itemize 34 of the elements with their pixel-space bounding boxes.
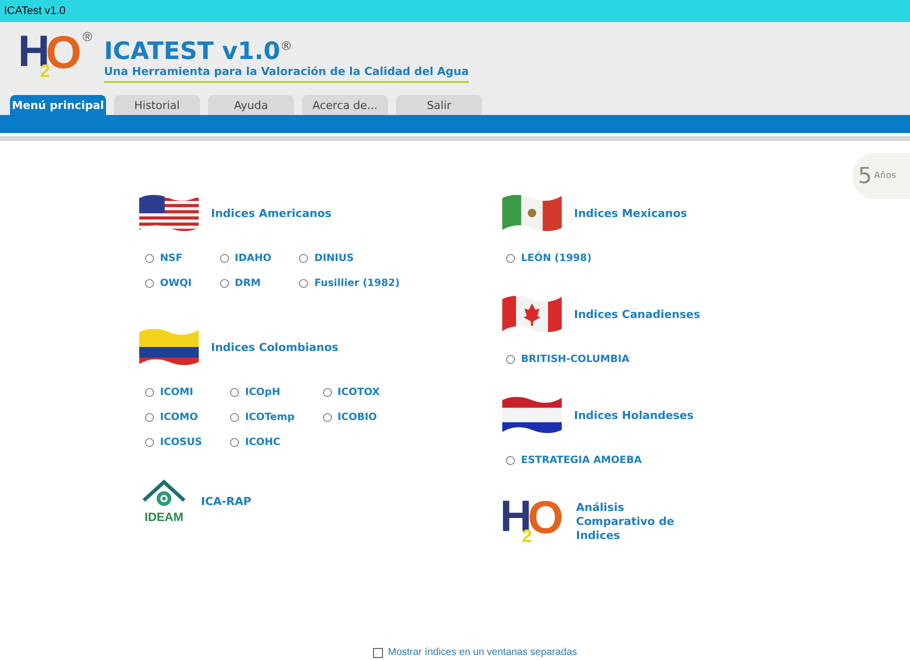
radio-option[interactable]: ICOpH (230, 387, 295, 398)
tab[interactable]: Acerca de... (302, 95, 388, 115)
section-title[interactable]: Indices Canadienses (574, 308, 700, 320)
radio-option[interactable]: BRITISH-COLUMBIA (506, 354, 630, 365)
window-title: ICATest v1.0 (4, 5, 66, 17)
radio-option[interactable]: ICOTemp (230, 412, 295, 423)
radio-option[interactable]: ICOMI (145, 387, 202, 398)
radio-option[interactable]: DINIUS (299, 253, 400, 264)
radio-option[interactable]: Fusillier (1982) (299, 278, 400, 289)
tab[interactable]: Ayuda (208, 95, 294, 115)
section-title[interactable]: ICA-RAP (201, 494, 252, 508)
section-title[interactable]: Indices Mexicanos (574, 206, 688, 220)
radio-option[interactable]: ICOMO (145, 412, 202, 423)
radio-option[interactable]: NSF (145, 253, 192, 264)
section-title[interactable]: Indices Americanos (211, 206, 332, 220)
app-title: ICATEST v1.0$^{®}$ (104, 36, 294, 64)
radio-option[interactable]: ICOHC (230, 437, 295, 448)
radio-option[interactable]: OWQI (145, 278, 192, 289)
separate-windows-checkbox[interactable]: Mostrar índices en un ventanas separadas (373, 647, 577, 658)
radio-option[interactable]: ICOBIO (322, 412, 380, 423)
radio-option[interactable]: ICOTOX (322, 387, 380, 398)
tab[interactable]: Menú principal (10, 95, 106, 115)
radio-option[interactable]: ICOSUS (145, 437, 202, 448)
radio-option[interactable]: IDAHO (220, 253, 272, 264)
tab[interactable]: Historial (114, 95, 200, 115)
tab[interactable]: Salir (396, 95, 482, 115)
section-title[interactable]: Análisis Comparativo de Indices (576, 501, 686, 543)
radio-option[interactable]: DRM (220, 278, 272, 289)
section-title[interactable]: Indices Colombianos (211, 340, 338, 354)
ideam-logo: IDEAM (137, 478, 191, 524)
app-subtitle: Una Herramienta para la Valoración de la Calidad del Agua (104, 64, 469, 82)
section-title[interactable]: Indices Holandeses (574, 408, 694, 422)
radio-option[interactable]: ESTRATEGIA AMOEBA (506, 455, 642, 466)
radio-option[interactable]: LEÓN (1998) (506, 253, 592, 264)
